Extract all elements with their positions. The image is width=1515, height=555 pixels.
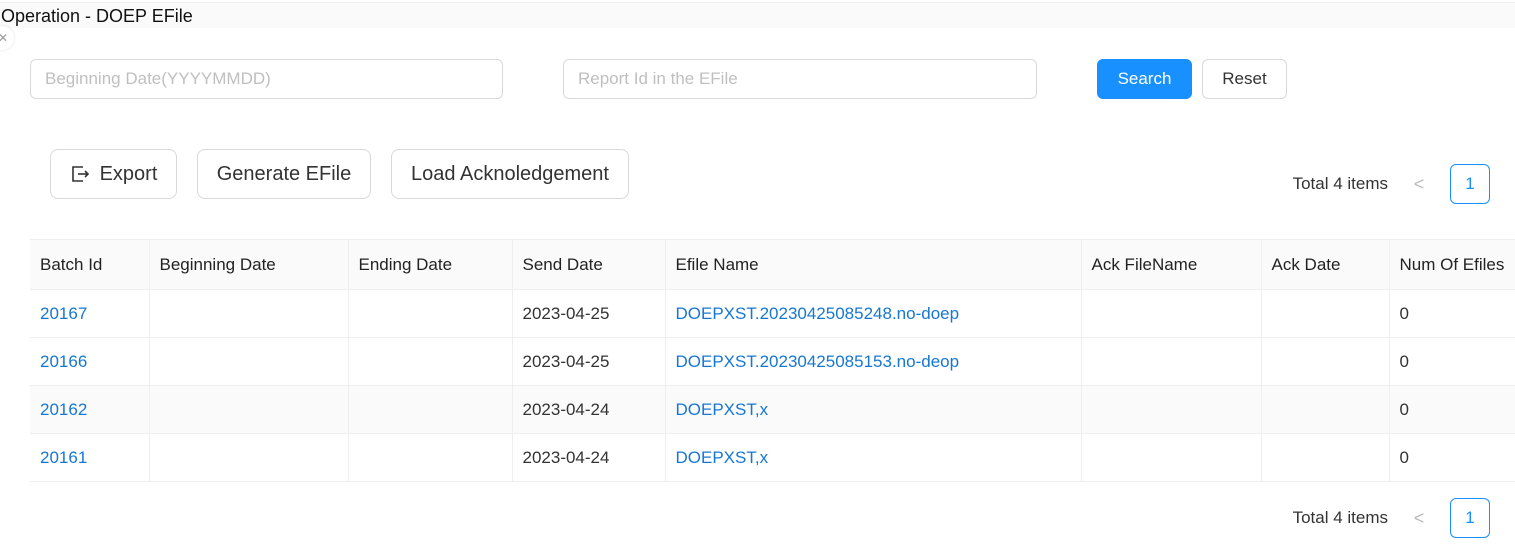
column-header[interactable]: Ending Date (347, 239, 512, 290)
batch-id-link[interactable]: 20162 (40, 400, 87, 419)
chevron-left-icon[interactable]: < (1410, 508, 1428, 529)
ack-date-cell (1260, 433, 1389, 482)
table-row: 20166 2023-04-25 DOEPXST.20230425085153.… (30, 337, 1515, 386)
ack-date-cell (1260, 385, 1389, 434)
batch-id-link[interactable]: 20167 (40, 304, 87, 323)
ending-date-cell (347, 337, 512, 386)
column-header[interactable]: Ack FileName (1080, 239, 1261, 290)
batch-table: Batch Id Beginning Date Ending Date Send… (30, 239, 1515, 482)
total-items-text: Total 4 items (1292, 174, 1388, 193)
total-items-text: Total 4 items (1292, 508, 1388, 527)
generate-efile-label: Generate EFile (216, 162, 352, 185)
pagination-top: Total 4 items < 1 (1293, 164, 1490, 204)
pagination-bottom: Total 4 items < 1 (1293, 498, 1490, 538)
column-header[interactable]: Send Date (511, 239, 665, 290)
num-efiles-cell: 0 (1388, 433, 1515, 482)
table-header-row: Batch Id Beginning Date Ending Date Send… (30, 239, 1515, 290)
column-header[interactable]: Ack Date (1260, 239, 1389, 290)
chevron-left-icon[interactable]: < (1410, 174, 1428, 195)
ack-filename-cell (1080, 337, 1261, 386)
beginning-date-cell (148, 385, 348, 434)
efile-name-link[interactable]: DOEPXST.20230425085153.no-deop (676, 352, 960, 371)
ack-filename-cell (1080, 289, 1261, 338)
table-row: 20162 2023-04-24 DOEPXST,x 0 (30, 385, 1515, 434)
ending-date-cell (347, 433, 512, 482)
send-date-cell: 2023-04-24 (511, 385, 665, 434)
table-row: 20161 2023-04-24 DOEPXST,x 0 (30, 433, 1515, 482)
ack-filename-cell (1080, 433, 1261, 482)
efile-name-link[interactable]: DOEPXST,x (676, 448, 769, 467)
page-number-button[interactable]: 1 (1450, 164, 1490, 204)
generate-efile-button[interactable]: Generate EFile (197, 149, 371, 199)
page: Operation - DOEP EFile ✕ Search Reset Ex… (0, 0, 1515, 555)
num-efiles-cell: 0 (1388, 337, 1515, 386)
num-efiles-cell: 0 (1388, 289, 1515, 338)
send-date-cell: 2023-04-25 (511, 337, 665, 386)
table-row: 20167 2023-04-25 DOEPXST.20230425085248.… (30, 289, 1515, 338)
beginning-date-cell (148, 433, 348, 482)
reset-button-label: Reset (1222, 69, 1267, 88)
load-acknowledgement-button[interactable]: Load Acknoledgement (391, 149, 629, 199)
search-button[interactable]: Search (1097, 59, 1192, 99)
column-header[interactable]: Efile Name (664, 239, 1081, 290)
page-number-button[interactable]: 1 (1450, 498, 1490, 538)
export-icon (70, 164, 90, 184)
page-title: Operation - DOEP EFile (0, 2, 1515, 28)
column-header[interactable]: Batch Id (30, 239, 149, 290)
search-button-label: Search (1117, 69, 1172, 88)
report-id-input[interactable] (563, 59, 1037, 99)
beginning-date-cell (148, 289, 348, 338)
efile-name-link[interactable]: DOEPXST,x (676, 400, 769, 419)
load-acknowledgement-label: Load Acknoledgement (411, 162, 609, 185)
reset-button[interactable]: Reset (1202, 59, 1287, 99)
beginning-date-cell (148, 337, 348, 386)
column-header[interactable]: Beginning Date (148, 239, 348, 290)
beginning-date-input[interactable] (30, 59, 503, 99)
ack-date-cell (1260, 337, 1389, 386)
export-button-label: Export (99, 162, 158, 185)
export-button[interactable]: Export (50, 149, 177, 199)
ack-date-cell (1260, 289, 1389, 338)
ending-date-cell (347, 385, 512, 434)
ending-date-cell (347, 289, 512, 338)
batch-id-link[interactable]: 20166 (40, 352, 87, 371)
close-icon[interactable]: ✕ (0, 26, 14, 50)
batch-id-link[interactable]: 20161 (40, 448, 87, 467)
efile-name-link[interactable]: DOEPXST.20230425085248.no-doep (676, 304, 960, 323)
ack-filename-cell (1080, 385, 1261, 434)
send-date-cell: 2023-04-25 (511, 289, 665, 338)
num-efiles-cell: 0 (1388, 385, 1515, 434)
column-header[interactable]: Num Of Efiles (1388, 239, 1515, 290)
send-date-cell: 2023-04-24 (511, 433, 665, 482)
